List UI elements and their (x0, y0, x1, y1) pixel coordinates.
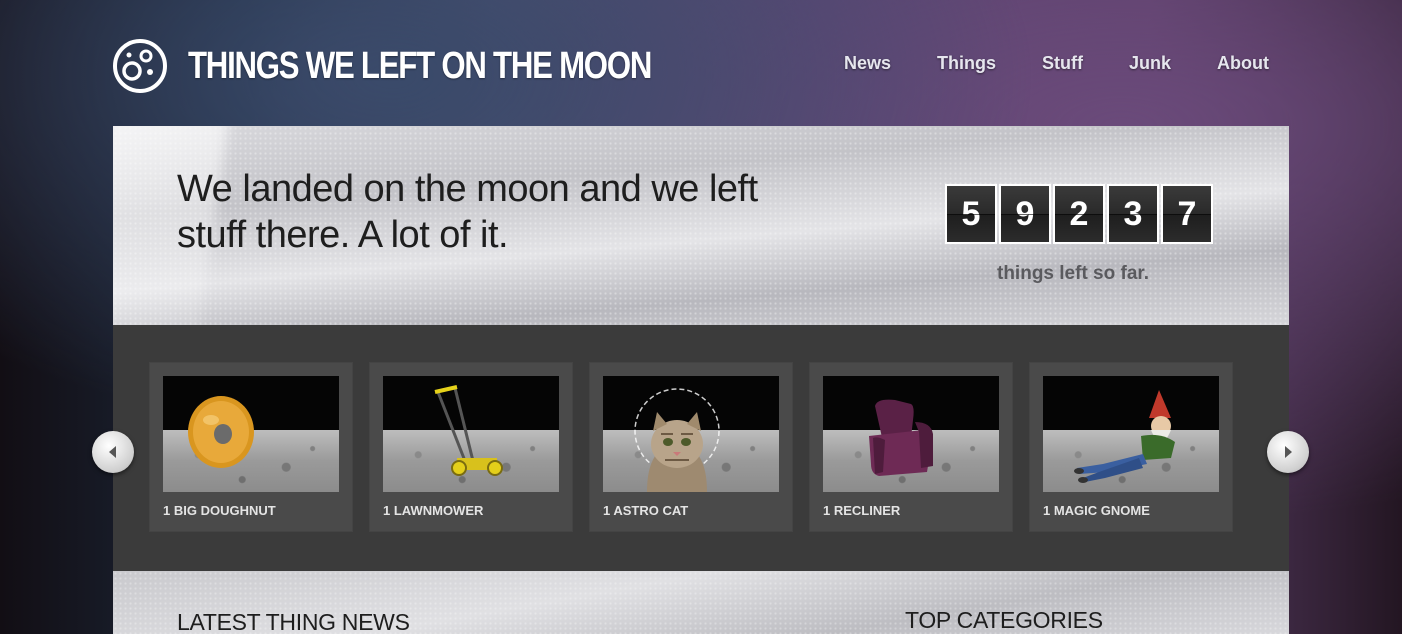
astro-cat-icon (634, 388, 720, 492)
lawnmower-icon (434, 385, 503, 476)
carousel-next-button[interactable] (1267, 431, 1309, 473)
moon-icon (113, 39, 167, 93)
thing-image (1043, 376, 1219, 492)
thing-card-magic-gnome[interactable]: 1 MAGIC GNOME (1030, 363, 1232, 531)
recliner-icon (869, 399, 933, 476)
site-title: THINGS WE LEFT ON THE MOON (188, 44, 652, 87)
thing-label: 1 ASTRO CAT (603, 503, 689, 518)
nav-junk[interactable]: Junk (1129, 53, 1171, 74)
nav-about[interactable]: About (1217, 53, 1269, 74)
nav-news[interactable]: News (844, 53, 891, 74)
counter-digit: 7 (1161, 184, 1213, 244)
site-logo[interactable]: THINGS WE LEFT ON THE MOON (112, 38, 753, 94)
main-nav: News Things Stuff Junk About (798, 53, 1269, 74)
thing-label: 1 MAGIC GNOME (1043, 503, 1150, 518)
carousel-prev-button[interactable] (92, 431, 134, 473)
counter-digit: 9 (999, 184, 1051, 244)
main-container: We landed on the moon and we left stuff … (113, 126, 1289, 634)
chevron-right-icon (1285, 446, 1292, 458)
thing-label: 1 BIG DOUGHNUT (163, 503, 276, 518)
thing-card-astro-cat[interactable]: 1 ASTRO CAT (590, 363, 792, 531)
thing-label: 1 LAWNMOWER (383, 503, 484, 518)
nav-stuff[interactable]: Stuff (1042, 53, 1083, 74)
chevron-left-icon (109, 446, 116, 458)
counter-digit: 5 (945, 184, 997, 244)
thing-image (383, 376, 559, 492)
doughnut-icon (188, 396, 254, 468)
thing-card-recliner[interactable]: 1 RECLINER (810, 363, 1012, 531)
thing-label: 1 RECLINER (823, 503, 901, 518)
top-categories-heading: TOP CATEGORIES (905, 607, 1103, 633)
site-header: THINGS WE LEFT ON THE MOON News Things S… (0, 0, 1402, 126)
thing-card-doughnut[interactable]: 1 BIG DOUGHNUT (150, 363, 352, 531)
hero-headline: We landed on the moon and we left stuff … (177, 168, 758, 256)
things-counter: 5 9 2 3 7 (945, 184, 1215, 244)
thing-image (603, 376, 779, 492)
thing-image (823, 376, 999, 492)
carousel-cards: 1 BIG DOUGHNUT 1 LAWNMOWER 1 ASTRO CAT 1… (150, 363, 1250, 531)
thing-card-lawnmower[interactable]: 1 LAWNMOWER (370, 363, 572, 531)
nav-things[interactable]: Things (937, 53, 996, 74)
counter-label: things left so far. (997, 263, 1150, 284)
counter-digit: 3 (1107, 184, 1159, 244)
lower-section: LATEST THING NEWS TOP CATEGORIES (113, 571, 1289, 634)
things-carousel: 1 BIG DOUGHNUT 1 LAWNMOWER 1 ASTRO CAT 1… (113, 325, 1289, 571)
counter-digit: 2 (1053, 184, 1105, 244)
latest-news-heading: LATEST THING NEWS (177, 609, 410, 634)
hero-banner: We landed on the moon and we left stuff … (113, 126, 1289, 325)
gnome-icon (1074, 390, 1175, 483)
thing-image (163, 376, 339, 492)
